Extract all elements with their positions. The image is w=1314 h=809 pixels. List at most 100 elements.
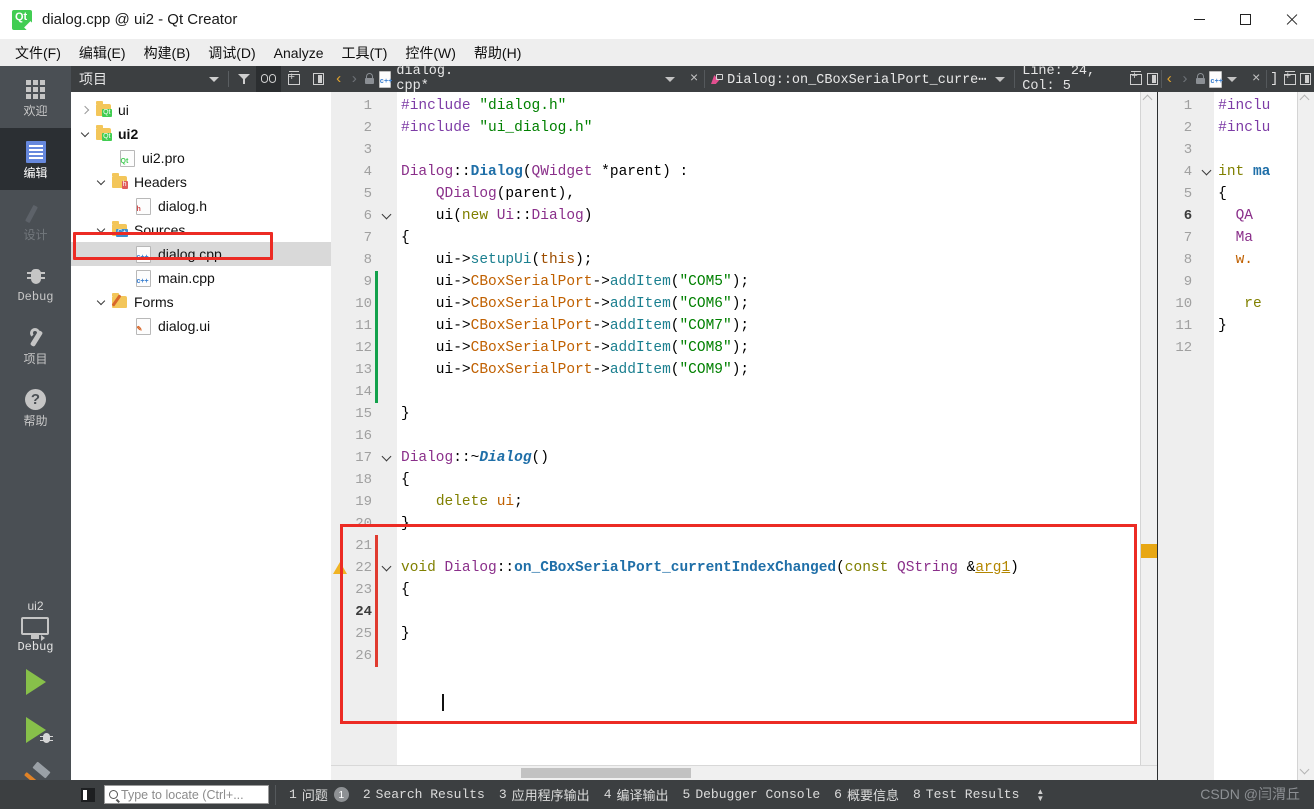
fold-toggle-icon[interactable]: [1203, 161, 1213, 183]
mode-debug[interactable]: Debug: [0, 252, 71, 314]
warning-icon[interactable]: [333, 562, 347, 574]
maximize-button[interactable]: [1222, 0, 1268, 39]
code-text-area[interactable]: #include "dialog.h" #include "ui_dialog.h…: [397, 92, 1158, 780]
mode-projects[interactable]: 项目: [0, 314, 71, 376]
line-number: 26: [355, 648, 372, 664]
chevron-down-icon[interactable]: [995, 76, 1006, 82]
output-pane-application-output[interactable]: 3 应用程序输出: [492, 785, 597, 804]
tree-item-ui2[interactable]: Qt ui2: [71, 122, 331, 146]
output-pane-size-handle[interactable]: ▲ ▼: [1036, 787, 1044, 802]
split-editor-button[interactable]: [1128, 66, 1144, 92]
chevron-down-icon[interactable]: [664, 76, 675, 82]
synchronize-with-editor-button[interactable]: [256, 66, 281, 92]
menu-help[interactable]: 帮助(H): [465, 40, 530, 66]
symbol-selector[interactable]: Dialog::on_CBoxSerialPort_curre⋯: [727, 71, 986, 88]
menu-file[interactable]: 文件(F): [6, 40, 70, 66]
navigate-forward-button-right[interactable]: ›: [1177, 66, 1193, 92]
editor-pane-left[interactable]: 1 2 3 4 5 6 7 8 9 10 11 12 13 14 15 16 17 18 19 20 21 22 23 24 2…: [331, 92, 1158, 780]
navigate-forward-button[interactable]: ›: [347, 66, 363, 92]
fold-toggle-icon[interactable]: [383, 557, 393, 579]
mode-welcome[interactable]: 欢迎: [0, 66, 71, 128]
scroll-up-icon[interactable]: [1301, 96, 1311, 106]
output-pane-debugger-console[interactable]: 5 Debugger Console: [676, 787, 828, 802]
scroll-up-icon[interactable]: [1144, 96, 1154, 106]
chevron-down-icon[interactable]: [77, 133, 93, 136]
tree-item-headers[interactable]: h Headers: [71, 170, 331, 194]
line-number-gutter-right: 1 2 3 4 5 6 7 8 9 10 11 12: [1158, 92, 1199, 780]
toggle-sidebar-button[interactable]: [76, 780, 100, 809]
code-line: #include "ui_dialog.h": [401, 120, 593, 136]
fold-toggle-icon[interactable]: [383, 205, 393, 227]
menu-edit[interactable]: 编辑(E): [70, 40, 135, 66]
code-line: ui->CBoxSerialPort->addItem("COM9");: [401, 362, 750, 378]
locator-field[interactable]: Type to locate (Ctrl+...: [104, 785, 269, 804]
split-editor-button-right[interactable]: [1281, 66, 1297, 92]
pane-label: Search Results: [375, 787, 485, 802]
tree-item-dialog-h[interactable]: h dialog.h: [71, 194, 331, 218]
run-button[interactable]: [0, 658, 71, 706]
run-icon: [25, 669, 46, 695]
chevron-down-icon[interactable]: [93, 181, 109, 184]
close-icon: [1285, 14, 1297, 26]
navigate-back-button-right[interactable]: ‹: [1162, 66, 1178, 92]
fold-toggle-icon[interactable]: [383, 447, 393, 469]
close-split-button-right[interactable]: [1298, 66, 1314, 92]
close-sidebar-button[interactable]: [306, 66, 331, 92]
unlocked-icon-right[interactable]: [1193, 66, 1208, 92]
chevron-down-icon-right[interactable]: [1227, 76, 1238, 82]
tree-item-main-cpp[interactable]: c++ main.cpp: [71, 266, 331, 290]
filter-tree-button[interactable]: [231, 66, 256, 92]
warning-marker[interactable]: [1141, 544, 1158, 558]
scroll-down-icon[interactable]: [1301, 766, 1311, 776]
menu-window[interactable]: 控件(W): [396, 40, 465, 66]
tree-item-forms[interactable]: Forms: [71, 290, 331, 314]
output-pane-compile-output[interactable]: 4 编译输出: [597, 785, 676, 804]
chevron-right-icon[interactable]: [77, 107, 93, 113]
tree-item-ui2-pro[interactable]: Qt ui2.pro: [71, 146, 331, 170]
pane-label: 应用程序输出: [511, 788, 590, 803]
editor-pane-right[interactable]: 1 2 3 4 5 6 7 8 9 10 11 12 #inclu #inclu int ma{ QA M…: [1157, 92, 1314, 780]
split-sidebar-button[interactable]: [281, 66, 306, 92]
line-column-indicator[interactable]: Line: 24, Col: 5: [1015, 64, 1128, 94]
code-line: int ma: [1218, 164, 1271, 180]
mode-projects-label: 项目: [23, 351, 48, 366]
open-document-name[interactable]: dialog. cpp*: [396, 64, 475, 94]
menu-analyze[interactable]: Analyze: [265, 42, 333, 64]
minimize-button[interactable]: [1176, 0, 1222, 39]
start-debugging-button[interactable]: [0, 706, 71, 754]
editor-scrollbar-right[interactable]: [1297, 92, 1314, 780]
tree-item-label: Forms: [134, 294, 174, 310]
pencil-icon: [25, 201, 47, 227]
mode-design[interactable]: 设计: [0, 190, 71, 252]
menu-tools[interactable]: 工具(T): [332, 40, 396, 66]
pane-label: 概要信息: [846, 788, 899, 803]
document-lines-icon: [25, 139, 46, 165]
kit-selector[interactable]: ui2 Debug: [0, 596, 71, 658]
output-pane-issues[interactable]: 1 问题 1: [282, 785, 356, 804]
tree-item-ui[interactable]: Qt ui: [71, 98, 331, 122]
close-button[interactable]: [1268, 0, 1314, 39]
tree-item-label: main.cpp: [158, 270, 215, 286]
cpp-file-icon-right: c++: [1209, 70, 1223, 88]
output-pane-test-results[interactable]: 8 Test Results: [906, 787, 1026, 802]
chevron-down-icon[interactable]: [93, 301, 109, 304]
menu-build[interactable]: 构建(B): [135, 40, 200, 66]
navigate-back-button[interactable]: ‹: [331, 66, 347, 92]
hscroll-thumb[interactable]: [521, 768, 691, 778]
editor-hscrollbar[interactable]: [331, 765, 1158, 780]
close-document-button-right[interactable]: ×: [1246, 71, 1266, 87]
line-number: 24: [355, 604, 372, 620]
close-document-button[interactable]: ×: [684, 71, 704, 87]
menu-debug[interactable]: 调试(D): [199, 40, 264, 66]
output-pane-general-messages[interactable]: 6 概要信息: [827, 785, 906, 804]
unlocked-icon[interactable]: [362, 66, 377, 92]
output-pane-search-results[interactable]: 2 Search Results: [356, 787, 492, 802]
tree-item-dialog-ui[interactable]: ✎ dialog.ui: [71, 314, 331, 338]
mode-help[interactable]: ? 帮助: [0, 376, 71, 438]
close-split-button[interactable]: [1144, 66, 1160, 92]
pane-label: 编译输出: [616, 788, 669, 803]
mode-edit[interactable]: 编辑: [0, 128, 71, 190]
sidebar-view-dropdown[interactable]: [201, 66, 226, 92]
editor-scrollbar-left[interactable]: [1140, 92, 1158, 780]
menu-bar: 文件(F) 编辑(E) 构建(B) 调试(D) Analyze 工具(T) 控件…: [0, 39, 1314, 66]
